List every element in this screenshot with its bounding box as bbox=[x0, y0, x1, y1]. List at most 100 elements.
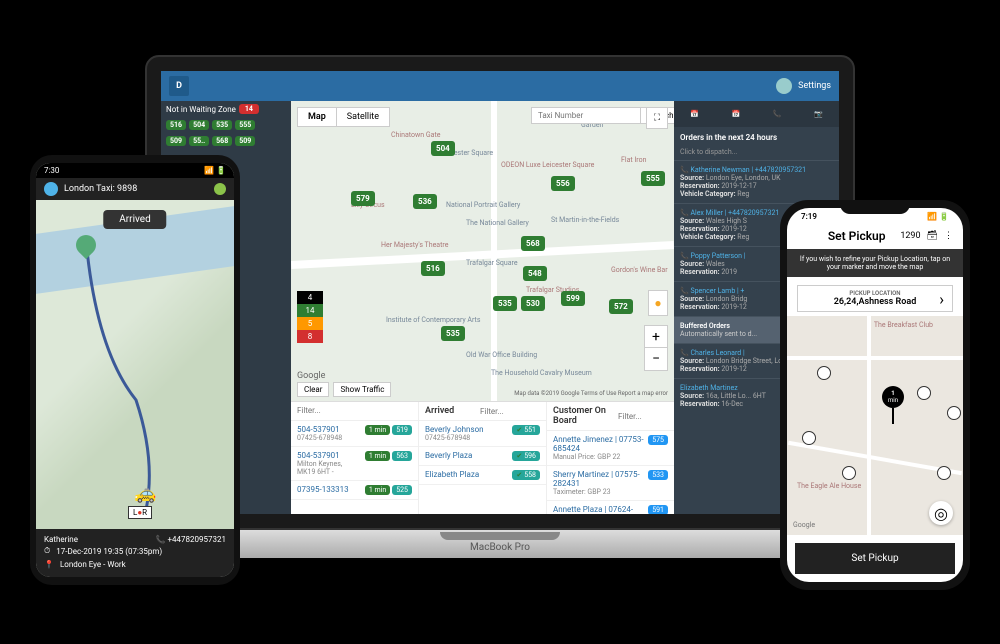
clear-button[interactable]: Clear bbox=[297, 382, 329, 397]
taxi-pill[interactable]: 568 bbox=[212, 136, 232, 146]
vehicle-marker[interactable]: 535 bbox=[441, 326, 465, 341]
car-marker: 🚕 bbox=[134, 483, 156, 504]
map-type-tabs: Map Satellite bbox=[297, 107, 390, 127]
column-title: Customer On Board bbox=[553, 406, 618, 426]
zoom-in-button[interactable]: + bbox=[645, 326, 667, 348]
driver-map[interactable]: Arrived 🚕 L●R bbox=[36, 200, 234, 529]
not-in-zone-count: 14 bbox=[239, 104, 259, 114]
app-header: D Settings bbox=[161, 71, 839, 101]
map-tab[interactable]: Map bbox=[297, 107, 337, 127]
zoom-out-button[interactable]: − bbox=[645, 348, 667, 370]
taxi-pill[interactable]: 509 bbox=[235, 136, 255, 146]
list-item[interactable]: 07395-133313 1 min 525 bbox=[291, 481, 418, 500]
calendar-icon[interactable]: 📅 bbox=[728, 106, 744, 122]
poi: The Household Cavalry Museum bbox=[491, 369, 592, 377]
vehicle-marker[interactable]: 599 bbox=[561, 291, 585, 306]
list-item[interactable]: Elizabeth Plaza ✔558 bbox=[419, 466, 546, 485]
more-icon[interactable]: ⋮ bbox=[944, 231, 953, 241]
app-body: Not in Waiting Zone 14 516 504 535 555 5… bbox=[161, 101, 839, 514]
pegman-icon[interactable] bbox=[648, 290, 668, 316]
poi: Old War Office Building bbox=[466, 351, 537, 359]
laptop-label: MacBook Pro bbox=[470, 542, 530, 553]
poi: Flat Iron bbox=[621, 156, 646, 164]
status-time: 7:19 bbox=[801, 212, 817, 221]
satellite-tab[interactable]: Satellite bbox=[337, 107, 390, 127]
settings-link[interactable]: Settings bbox=[798, 81, 831, 91]
rider-map[interactable]: The Breakfast Club The Eagle Ale House 1… bbox=[787, 316, 963, 535]
avatar[interactable] bbox=[776, 78, 792, 94]
app-logo[interactable]: D bbox=[169, 76, 189, 96]
vehicle-marker[interactable]: 579 bbox=[351, 191, 375, 206]
pickup-label: PICKUP LOCATION bbox=[802, 290, 948, 297]
vehicle-marker[interactable]: 548 bbox=[523, 266, 547, 281]
pickup-pin[interactable]: 1min bbox=[882, 386, 904, 408]
taxi-row: 516 504 535 555 bbox=[161, 117, 291, 133]
filter-input[interactable] bbox=[297, 406, 412, 415]
list-item[interactable]: 504-537901Milton Keynes, MK19 6HT - 1 mi… bbox=[291, 447, 418, 481]
status-dot bbox=[214, 183, 226, 195]
vehicle-marker[interactable]: 555 bbox=[641, 171, 665, 186]
taxi-row: 509 55.. 568 509 bbox=[161, 133, 291, 149]
center-panel: Map Satellite Search ⛶ Chinatown Gate bbox=[291, 101, 674, 514]
chevron-right-icon[interactable]: › bbox=[939, 289, 944, 308]
car-icon bbox=[44, 182, 58, 196]
right-panel-tabs: 📅 📅 📞 📷 bbox=[674, 101, 839, 127]
not-in-zone-label: Not in Waiting Zone bbox=[166, 105, 236, 114]
fullscreen-icon[interactable]: ⛶ bbox=[646, 107, 668, 129]
poi: Trafalgar Square bbox=[466, 259, 518, 267]
poi: The Eagle Ale House bbox=[797, 482, 861, 490]
poi: St Martin-in-the-Fields bbox=[551, 216, 619, 224]
dashboard-app: D Settings Not in Waiting Zone 14 516 50… bbox=[161, 71, 839, 514]
filter-input[interactable] bbox=[480, 407, 540, 416]
list-item[interactable]: Annette Plaza | 07624-318137 591 bbox=[547, 501, 674, 514]
money-icon: 🗃 bbox=[927, 231, 938, 241]
show-traffic-button[interactable]: Show Traffic bbox=[333, 382, 391, 397]
poi: Her Majesty's Theatre bbox=[381, 241, 448, 249]
taxi-pill[interactable]: 555 bbox=[235, 120, 255, 130]
filter-input[interactable] bbox=[618, 412, 668, 421]
nearby-car bbox=[947, 406, 961, 420]
vehicle-marker[interactable]: 536 bbox=[413, 194, 437, 209]
customer-phone[interactable]: 📞 +447820957321 bbox=[156, 535, 226, 544]
camera-icon[interactable]: 📷 bbox=[810, 106, 826, 122]
vehicle-marker[interactable]: 556 bbox=[551, 176, 575, 191]
phone-icon[interactable]: 📞 bbox=[769, 106, 785, 122]
map-area[interactable]: Map Satellite Search ⛶ Chinatown Gate bbox=[291, 101, 674, 401]
grid-column-onboard: Customer On Board Annette Jimenez | 0775… bbox=[547, 402, 674, 514]
grid-column-arrived: Arrived Beverly Johnson07425-678948 ✔551… bbox=[419, 402, 547, 514]
google-logo: Google bbox=[793, 521, 815, 529]
list-item[interactable]: 504-53790107425-678948 1 min 519 bbox=[291, 421, 418, 447]
vehicle-marker[interactable]: 530 bbox=[521, 296, 545, 311]
poi: The National Gallery bbox=[466, 219, 529, 227]
vehicle-marker[interactable]: 572 bbox=[609, 299, 633, 314]
locate-me-button[interactable]: ◎ bbox=[929, 501, 953, 525]
pickup-box[interactable]: PICKUP LOCATION 26,24,Ashness Road › bbox=[797, 285, 953, 312]
rider-app: 7:19 📶 🔋 Set Pickup 1290 🗃 ⋮ If you wish… bbox=[787, 208, 963, 582]
vehicle-marker[interactable]: 516 bbox=[421, 261, 445, 276]
poi: National Portrait Gallery bbox=[446, 201, 520, 209]
status-icons: 📶 🔋 bbox=[204, 166, 226, 175]
taxi-pill[interactable]: 504 bbox=[189, 120, 209, 130]
vehicle-marker[interactable]: 535 bbox=[493, 296, 517, 311]
order-item[interactable]: 📞 Katherine Newman | +447820957321 Sourc… bbox=[674, 160, 839, 203]
grid-column: 504-53790107425-678948 1 min 519 504-537… bbox=[291, 402, 419, 514]
taxi-pill[interactable]: 55.. bbox=[189, 136, 209, 146]
taxi-pill[interactable]: 516 bbox=[166, 120, 186, 130]
taxi-pill[interactable]: 509 bbox=[166, 136, 186, 146]
vehicle-marker[interactable]: 568 bbox=[521, 236, 545, 251]
list-item[interactable]: Sherry Martinez | 07575-282431Taximeter:… bbox=[547, 466, 674, 501]
balance: 1290 bbox=[900, 231, 920, 241]
page-title: Set Pickup bbox=[828, 229, 886, 243]
status-time: 7:30 bbox=[44, 166, 59, 175]
taxi-pill[interactable]: 535 bbox=[212, 120, 232, 130]
list-item[interactable]: Beverly Johnson07425-678948 ✔551 bbox=[419, 421, 546, 447]
laptop-base: MacBook Pro bbox=[145, 530, 855, 558]
taxi-search-input[interactable] bbox=[531, 107, 641, 124]
list-item[interactable]: Annette Jimenez | 07753-685424Manual Pri… bbox=[547, 431, 674, 466]
orders-grid: 504-53790107425-678948 1 min 519 504-537… bbox=[291, 401, 674, 514]
vehicle-marker[interactable]: 504 bbox=[431, 141, 455, 156]
map-attribution: Map data ©2019 Google Terms of Use Repor… bbox=[514, 390, 668, 397]
calendar-icon[interactable]: 📅 bbox=[687, 106, 703, 122]
set-pickup-button[interactable]: Set Pickup bbox=[795, 543, 955, 574]
list-item[interactable]: Beverly Plaza ✔596 bbox=[419, 447, 546, 466]
